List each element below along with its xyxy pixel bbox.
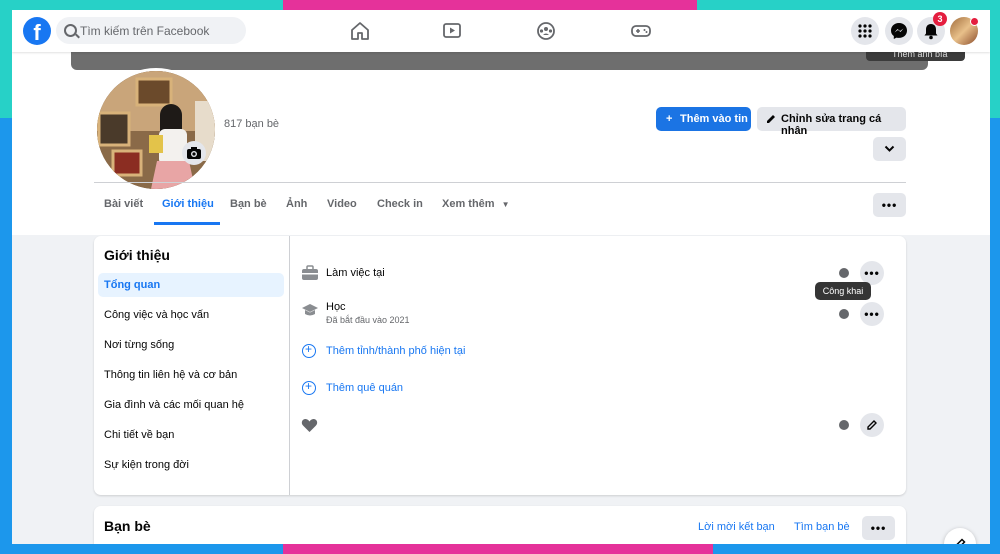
watch-video-icon[interactable] xyxy=(441,21,463,41)
pencil-icon xyxy=(867,420,877,430)
chevron-down-icon xyxy=(884,145,895,152)
about-menu-family-relationships[interactable]: Gia đình và các mối quan hệ xyxy=(98,393,284,417)
browser-screen: f Tìm kiếm trên Facebook 3 Thêm ảnh bìa … xyxy=(12,10,990,544)
privacy-tooltip: Công khai xyxy=(815,282,871,300)
gaming-icon[interactable] xyxy=(630,21,652,41)
facebook-logo-icon[interactable]: f xyxy=(23,17,51,45)
about-menu-work-education-label: Công việc và học vấn xyxy=(104,309,210,321)
cover-photo: Thêm ảnh bìa xyxy=(71,49,965,70)
study-row-options-button[interactable]: ••• xyxy=(860,302,884,326)
profile-photo-image xyxy=(97,71,215,189)
top-nav-bar: f Tìm kiếm trên Facebook 3 xyxy=(12,10,990,52)
tab-more[interactable]: Xem thêm ▼ xyxy=(442,198,510,210)
public-privacy-globe-icon[interactable] xyxy=(839,268,849,278)
briefcase-icon xyxy=(302,265,318,280)
add-current-city-link[interactable]: Thêm tỉnh/thành phố hiện tại xyxy=(326,345,465,357)
friends-count[interactable]: 817 bạn bè xyxy=(224,118,279,130)
graduation-cap-icon xyxy=(302,304,318,316)
tab-videos[interactable]: Video xyxy=(327,198,357,210)
about-title: Giới thiệu xyxy=(104,247,170,263)
about-menu-places-lived[interactable]: Nơi từng sống xyxy=(98,333,284,357)
search-placeholder: Tìm kiếm trên Facebook xyxy=(80,24,210,38)
public-privacy-globe-icon[interactable] xyxy=(839,420,849,430)
profile-header: Thêm ảnh bìa 817 bạn bè + Thêm vào tin C… xyxy=(12,49,990,235)
tab-posts[interactable]: Bài viết xyxy=(104,198,143,210)
edit-profile-label: Chỉnh sửa trang cá nhân xyxy=(781,113,882,137)
add-circle-icon: + xyxy=(302,379,316,395)
add-cover-photo-button[interactable]: Thêm ảnh bìa xyxy=(866,49,965,61)
profile-options-dropdown[interactable] xyxy=(873,137,906,161)
notification-count-badge: 3 xyxy=(933,12,947,26)
groups-icon[interactable] xyxy=(535,21,557,41)
more-dots-icon: ••• xyxy=(864,307,880,321)
active-tab-indicator xyxy=(154,222,220,225)
about-sidebar-divider xyxy=(289,236,290,495)
friends-options-button[interactable]: ••• xyxy=(862,516,895,540)
about-menu-overview-label: Tổng quan xyxy=(104,279,161,291)
messenger-button[interactable] xyxy=(885,17,913,45)
profile-picture[interactable] xyxy=(94,68,218,192)
about-menu-family-relationships-label: Gia đình và các mối quan hệ xyxy=(104,399,245,411)
grid-menu-icon xyxy=(858,24,872,38)
about-menu-life-events[interactable]: Sự kiện trong đời xyxy=(98,453,284,477)
about-menu-contact-basic-info-label: Thông tin liên hệ và cơ bản xyxy=(104,369,238,381)
add-to-story-label: Thêm vào tin xyxy=(680,113,748,125)
about-menu-details[interactable]: Chi tiết về bạn xyxy=(98,423,284,447)
more-dots-icon: ••• xyxy=(870,521,887,535)
friend-requests-link[interactable]: Lời mời kết bạn xyxy=(698,521,775,533)
update-profile-picture-button[interactable] xyxy=(182,141,206,165)
about-menu-work-education[interactable]: Công việc và học vấn xyxy=(98,303,284,327)
tab-friends[interactable]: Bạn bè xyxy=(230,198,267,210)
tab-photos[interactable]: Ảnh xyxy=(286,198,307,210)
menu-grid-button[interactable] xyxy=(851,17,879,45)
edit-profile-button[interactable]: Chỉnh sửa trang cá nhân xyxy=(757,107,906,137)
messenger-icon xyxy=(891,23,907,39)
about-card: Giới thiệu Tổng quan Công việc và học vấ… xyxy=(94,236,906,495)
search-input[interactable]: Tìm kiếm trên Facebook xyxy=(56,17,246,44)
find-friends-link[interactable]: Tìm bạn bè xyxy=(794,521,850,533)
pencil-icon xyxy=(767,115,775,123)
frame-decoration-pink-bottom xyxy=(283,544,713,554)
account-alert-dot xyxy=(970,17,979,26)
tab-check-ins[interactable]: Check in xyxy=(377,198,423,210)
tab-about[interactable]: Giới thiệu xyxy=(162,198,214,210)
work-row-label[interactable]: Làm việc tại xyxy=(326,267,385,279)
add-hometown-link[interactable]: Thêm quê quán xyxy=(326,382,403,394)
home-icon[interactable] xyxy=(349,21,371,41)
search-icon xyxy=(64,24,77,37)
new-message-button[interactable] xyxy=(944,528,976,544)
profile-divider xyxy=(94,182,906,183)
study-row-subtitle: Đã bắt đầu vào 2021 xyxy=(326,315,410,325)
friends-section-title: Bạn bè xyxy=(104,518,151,534)
tab-more-label: Xem thêm xyxy=(442,198,495,210)
add-to-story-button[interactable]: + Thêm vào tin xyxy=(656,107,751,131)
tabs-overflow-button[interactable]: ••• xyxy=(873,193,906,217)
friends-card: Bạn bè Lời mời kết bạn Tìm bạn bè ••• xyxy=(94,506,906,544)
about-menu-overview[interactable]: Tổng quan xyxy=(98,273,284,297)
add-circle-icon: + xyxy=(302,342,316,358)
about-menu-details-label: Chi tiết về bạn xyxy=(104,429,175,441)
more-dots-icon: ••• xyxy=(881,198,898,212)
about-menu-life-events-label: Sự kiện trong đời xyxy=(104,459,189,471)
public-privacy-globe-icon[interactable] xyxy=(839,309,849,319)
caret-down-icon: ▼ xyxy=(501,200,510,209)
study-row-label[interactable]: Học xyxy=(326,301,346,313)
camera-icon xyxy=(187,147,201,159)
plus-icon: + xyxy=(666,113,673,125)
about-menu-contact-basic-info[interactable]: Thông tin liên hệ và cơ bản xyxy=(98,363,284,387)
compose-icon xyxy=(956,538,966,544)
relationship-edit-button[interactable] xyxy=(860,413,884,437)
heart-icon xyxy=(301,418,318,432)
about-menu-places-lived-label: Nơi từng sống xyxy=(104,339,175,351)
